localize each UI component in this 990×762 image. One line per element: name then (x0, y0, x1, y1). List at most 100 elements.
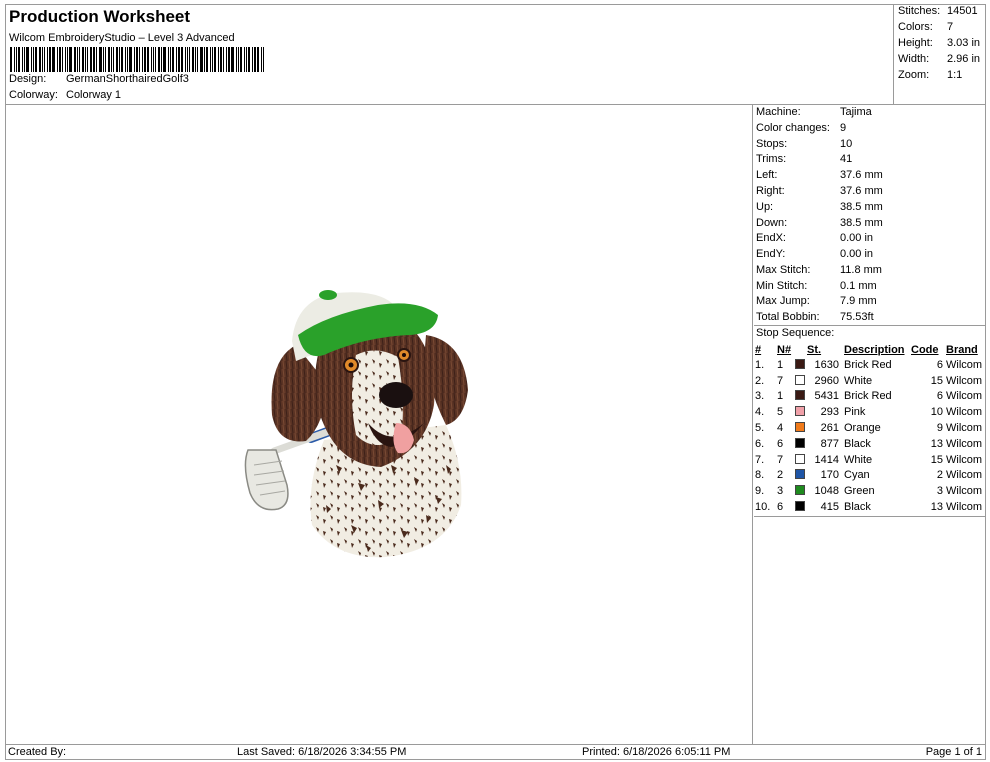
row-description: Brick Red (844, 390, 892, 403)
stops-value: 10 (840, 138, 853, 150)
software-name: Wilcom EmbroideryStudio – Level 3 Advanc… (9, 32, 235, 44)
color-swatch (795, 406, 805, 417)
color-swatch (795, 501, 805, 512)
embroidery-dog-image (244, 290, 468, 558)
endy-value: 0.00 in (840, 248, 874, 260)
table-row: 4. 5 293 Pink 10 Wilcom (755, 404, 985, 420)
colorway-label: Colorway: (9, 89, 58, 101)
colorway-row: Colorway: Colorway 1 (9, 89, 121, 101)
col-stitches: St. (807, 343, 822, 356)
row-code: 10 (930, 406, 943, 419)
row-needle: 3 (777, 485, 784, 498)
stitches-label: Stitches: (898, 5, 941, 17)
row-index: 6. (755, 437, 765, 450)
table-row: 2. 7 2960 White 15 Wilcom (755, 373, 985, 389)
row-description: White (844, 453, 873, 466)
row-needle: 7 (777, 374, 784, 387)
row-description: White (844, 374, 873, 387)
max-stitch-label: Max Stitch: (756, 264, 811, 276)
row-brand: Wilcom (946, 390, 983, 403)
endx-value: 0.00 in (840, 232, 874, 244)
row-swatch (793, 483, 807, 499)
row-needle: 2 (777, 469, 784, 482)
color-swatch (795, 422, 805, 433)
down-label: Down: (756, 217, 788, 229)
row-index: 2. (755, 374, 765, 387)
row-description: Pink (844, 406, 866, 419)
row-brand: Wilcom (946, 374, 983, 387)
row-stitches: 877 (820, 437, 839, 450)
trims-label: Trims: (756, 153, 787, 165)
up-row: Up: 38.5 mm (756, 201, 883, 213)
min-stitch-row: Min Stitch: 0.1 mm (756, 280, 877, 292)
row-stitches: 2960 (814, 374, 839, 387)
total-bobbin-label: Total Bobbin: (756, 311, 820, 323)
design-label: Design: (9, 73, 47, 85)
row-description: Green (844, 485, 875, 498)
printed: Printed: 6/18/2026 6:05:11 PM (582, 746, 731, 758)
col-swatch (793, 342, 807, 357)
max-stitch-row: Max Stitch: 11.8 mm (756, 264, 882, 276)
row-needle: 6 (777, 437, 784, 450)
footer: Created By: Last Saved: 6/18/2026 3:34:5… (6, 744, 986, 760)
max-stitch-value: 11.8 mm (840, 264, 882, 276)
row-swatch (793, 373, 807, 389)
table-row: 6. 6 877 Black 13 Wilcom (755, 436, 985, 452)
row-code: 6 (936, 390, 943, 403)
stops-row: Stops: 10 (756, 138, 852, 150)
row-brand: Wilcom (946, 469, 983, 482)
row-stitches: 1414 (814, 453, 839, 466)
row-stitches: 261 (820, 422, 839, 435)
row-swatch (793, 452, 807, 468)
row-index: 3. (755, 390, 765, 403)
max-jump-row: Max Jump: 7.9 mm (756, 295, 877, 307)
barcode (10, 47, 312, 72)
row-swatch (793, 436, 807, 452)
trims-value: 41 (840, 153, 853, 165)
right-row: Right: 37.6 mm (756, 185, 883, 197)
stop-sequence-title: Stop Sequence: (756, 327, 835, 339)
zoom-label: Zoom: (898, 69, 930, 81)
color-swatch (795, 453, 805, 464)
row-brand: Wilcom (946, 485, 983, 498)
row-code: 15 (930, 374, 943, 387)
width-row: Width: 2.96 in (898, 53, 980, 65)
row-swatch (793, 420, 807, 436)
design-preview (6, 105, 753, 744)
machine-value: Tajima (840, 106, 872, 118)
row-needle: 4 (777, 422, 784, 435)
design-row: Design: GermanShorthairedGolf3 (9, 73, 189, 85)
row-index: 5. (755, 422, 765, 435)
zoom-row: Zoom: 1:1 (898, 69, 962, 81)
stitches-value: 14501 (947, 5, 978, 17)
row-index: 1. (755, 358, 765, 371)
left-label: Left: (756, 169, 778, 181)
row-needle: 7 (777, 453, 784, 466)
col-needle: N# (777, 343, 792, 356)
row-swatch (793, 404, 807, 420)
col-description: Description (844, 343, 905, 356)
row-needle: 1 (777, 390, 784, 403)
height-label: Height: (898, 37, 933, 49)
row-code: 13 (930, 501, 943, 514)
color-swatch (795, 437, 805, 448)
table-row: 5. 4 261 Orange 9 Wilcom (755, 420, 985, 436)
stop-sequence-divider (754, 325, 986, 326)
color-swatch (795, 374, 805, 385)
row-code: 2 (936, 469, 943, 482)
col-code: Code (911, 343, 939, 356)
row-brand: Wilcom (946, 437, 983, 450)
row-stitches: 415 (820, 501, 839, 514)
row-description: Black (844, 437, 871, 450)
colorway-value: Colorway 1 (66, 89, 122, 101)
stops-label: Stops: (756, 138, 788, 150)
created-by: Created By: (8, 746, 67, 758)
summary-panel: Stitches: 14501 Colors: 7 Height: 3.03 in W… (895, 4, 986, 104)
color-swatch (795, 358, 805, 369)
row-needle: 5 (777, 406, 784, 419)
table-row: 10. 6 415 Black 13 Wilcom (755, 499, 985, 515)
last-saved: Last Saved: 6/18/2026 3:34:55 PM (237, 746, 407, 758)
row-needle: 6 (777, 501, 784, 514)
col-brand: Brand (946, 343, 978, 356)
machine-label: Machine: (756, 106, 801, 118)
